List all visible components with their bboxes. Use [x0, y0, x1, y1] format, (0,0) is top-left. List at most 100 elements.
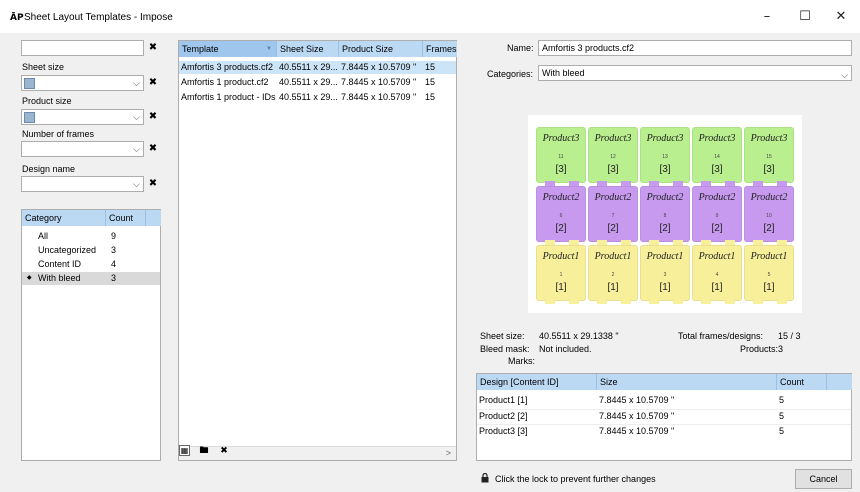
- clear-search-button[interactable]: ✖: [146, 40, 160, 56]
- frame-product-name: Product3: [646, 133, 684, 144]
- frame-tab: [621, 299, 631, 304]
- frame-product-name: Product1: [542, 251, 580, 262]
- preview-frame: Product3 12 [3]: [588, 127, 638, 186]
- column-header-frames[interactable]: Frames: [423, 41, 457, 57]
- clear-product-size-button[interactable]: ✖: [146, 109, 160, 125]
- frame-content-id: [2]: [555, 223, 567, 234]
- category-row[interactable]: Uncategorized 3: [22, 244, 160, 257]
- frame-tab: [673, 299, 683, 304]
- folder-icon[interactable]: 🖿: [197, 444, 211, 458]
- column-header-count[interactable]: Count: [777, 374, 827, 390]
- name-input[interactable]: Amfortis 3 products.cf2: [538, 40, 852, 56]
- design-row[interactable]: Product2 [2] 7.8445 x 10.5709 " 5: [477, 409, 851, 422]
- search-input[interactable]: [21, 40, 144, 56]
- frame-product-name: Product3: [542, 133, 580, 144]
- column-header-sheet-size[interactable]: Sheet Size: [277, 41, 339, 57]
- frame-content-id: [2]: [711, 223, 723, 234]
- template-frames: 15: [425, 62, 436, 72]
- sheet-size-label: Sheet size: [22, 62, 65, 72]
- clear-design-name-button[interactable]: ✖: [146, 176, 160, 192]
- frame-content-id: [3]: [659, 164, 671, 175]
- preview-frame: Product3 11 [3]: [536, 127, 586, 186]
- frame-product-name: Product2: [594, 192, 632, 203]
- header-filler: [146, 210, 161, 226]
- template-frames: 15: [425, 77, 436, 87]
- column-header-product-size[interactable]: Product Size: [339, 41, 423, 57]
- frames-select[interactable]: ⌵: [21, 141, 144, 157]
- frame-product-name: Product1: [594, 251, 632, 262]
- frame-tab: [569, 299, 579, 304]
- categories-label: Categories:: [487, 69, 534, 79]
- frame-content-id: [2]: [763, 223, 775, 234]
- design-row[interactable]: Product1 [1] 7.8445 x 10.5709 " 5: [477, 394, 851, 407]
- category-row[interactable]: Content ID 4: [22, 258, 160, 271]
- column-header-count[interactable]: Count: [106, 210, 146, 226]
- preview-frame: Product1 2 [1]: [588, 245, 638, 304]
- window-title: Sheet Layout Templates - Impose: [24, 12, 173, 23]
- template-sheet-size: 40.5511 x 29...: [279, 77, 338, 87]
- frame-number: 8: [663, 213, 667, 219]
- product-size-select[interactable]: ⌵: [21, 109, 144, 125]
- frame-content-id: [2]: [607, 223, 619, 234]
- category-count: 9: [111, 231, 117, 241]
- design-name: Product3 [3]: [479, 426, 528, 436]
- products-value: 3: [778, 344, 784, 354]
- preview-frame: Product1 1 [1]: [536, 245, 586, 304]
- column-header-template[interactable]: Template ▼: [179, 41, 277, 57]
- clear-frames-button[interactable]: ✖: [146, 141, 160, 157]
- frame-number: 9: [715, 213, 719, 219]
- frame-number: 3: [663, 272, 667, 278]
- frame-tab: [777, 299, 787, 304]
- template-row[interactable]: Amfortis 1 product - IDs 40.5511 x 29...…: [179, 91, 456, 104]
- frame-number: 10: [766, 213, 772, 219]
- minimize-button[interactable]: –: [752, 7, 782, 27]
- design-row[interactable]: Product3 [3] 7.8445 x 10.5709 " 5: [477, 424, 851, 437]
- frame-number: 11: [558, 154, 564, 160]
- frame-tab: [597, 299, 607, 304]
- frame-content-id: [1]: [659, 282, 671, 293]
- category-row-selected[interactable]: ◆ With bleed 3: [22, 272, 160, 285]
- frame-content-id: [1]: [711, 282, 723, 293]
- delete-icon[interactable]: ✖: [217, 444, 231, 458]
- template-name: Amfortis 1 product - IDs: [181, 92, 276, 102]
- template-row-selected[interactable]: Amfortis 3 products.cf2 40.5511 x 29... …: [179, 61, 456, 74]
- frame-number: 5: [767, 272, 771, 278]
- preview-frame: Product3 15 [3]: [744, 127, 794, 186]
- total-frames-label: Total frames/designs:: [678, 331, 764, 341]
- frame-number: 2: [611, 272, 615, 278]
- template-product-size: 7.8445 x 10.5709 ": [341, 77, 417, 87]
- cancel-button[interactable]: Cancel: [795, 469, 852, 489]
- clear-sheet-size-button[interactable]: ✖: [146, 75, 160, 91]
- save-icon[interactable]: 🖫▦: [179, 445, 190, 456]
- chevron-down-icon: ⌵: [133, 179, 140, 189]
- design-count: 5: [779, 426, 785, 436]
- frame-content-id: [3]: [711, 164, 723, 175]
- maximize-button[interactable]: ☐: [790, 7, 820, 27]
- category-name: Uncategorized: [38, 245, 97, 255]
- frame-product-name: Product1: [750, 251, 788, 262]
- template-product-size: 7.8445 x 10.5709 ": [341, 92, 417, 102]
- template-frames: 15: [425, 92, 436, 102]
- preview-frame: Product1 4 [1]: [692, 245, 742, 304]
- frame-product-name: Product3: [594, 133, 632, 144]
- preview-frame: Product2 9 [2]: [692, 186, 742, 245]
- category-row[interactable]: All 9: [22, 230, 160, 243]
- categories-select[interactable]: With bleed ⌵: [538, 65, 852, 81]
- column-header-category[interactable]: Category: [22, 210, 106, 226]
- frame-content-id: [1]: [607, 282, 619, 293]
- category-name: Content ID: [38, 259, 82, 269]
- template-row[interactable]: Amfortis 1 product.cf2 40.5511 x 29... 7…: [179, 76, 456, 89]
- header-filler: [827, 374, 852, 390]
- frame-content-id: [3]: [607, 164, 619, 175]
- sheet-size-select[interactable]: ⌵: [21, 75, 144, 91]
- selected-marker-icon: ◆: [27, 275, 32, 281]
- design-name-select[interactable]: ⌵: [21, 176, 144, 192]
- frame-product-name: Product1: [698, 251, 736, 262]
- column-header-design[interactable]: Design [Content ID]: [477, 374, 597, 390]
- lock-icon[interactable]: [481, 473, 489, 483]
- preview-frame: Product3 13 [3]: [640, 127, 690, 186]
- scroll-right-icon[interactable]: >: [446, 448, 451, 458]
- frame-number: 14: [714, 154, 720, 160]
- column-header-size[interactable]: Size: [597, 374, 777, 390]
- close-button[interactable]: ✕: [826, 7, 856, 27]
